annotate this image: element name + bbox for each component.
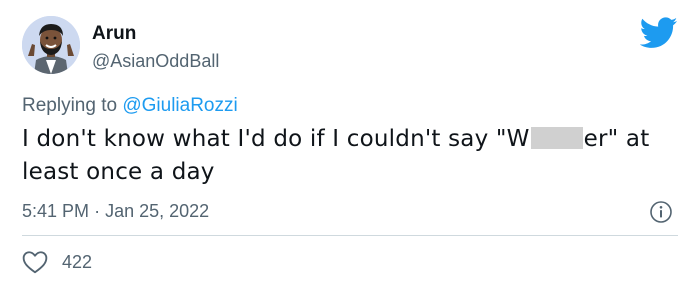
reply-context: Replying to @GiuliaRozzi bbox=[22, 94, 238, 118]
tweet-text-before: I don't know what I'd do if I couldn't s… bbox=[22, 126, 530, 152]
heart-icon[interactable] bbox=[22, 250, 48, 274]
tweet-time: 5:41 PM bbox=[22, 201, 90, 221]
tweet-timestamp[interactable]: 5:41 PM · Jan 25, 2022 bbox=[22, 200, 209, 222]
reply-mention-link[interactable]: @GiuliaRozzi bbox=[122, 95, 237, 116]
tweet-text: I don't know what I'd do if I couldn't s… bbox=[22, 123, 682, 189]
divider bbox=[22, 235, 678, 236]
avatar[interactable] bbox=[22, 16, 80, 74]
twitter-bird-icon[interactable] bbox=[640, 17, 678, 49]
reply-prefix: Replying to bbox=[22, 95, 118, 116]
author-handle[interactable]: @AsianOddBall bbox=[92, 50, 219, 72]
like-count: 422 bbox=[62, 252, 93, 272]
info-icon[interactable] bbox=[649, 200, 673, 224]
author-name[interactable]: Arun bbox=[92, 23, 136, 45]
tweet-card: Arun @AsianOddBall Replying to @GiuliaRo… bbox=[0, 0, 700, 288]
redaction-box bbox=[530, 127, 583, 149]
timestamp-separator: · bbox=[94, 201, 101, 221]
tweet-date: Jan 25, 2022 bbox=[105, 201, 210, 221]
